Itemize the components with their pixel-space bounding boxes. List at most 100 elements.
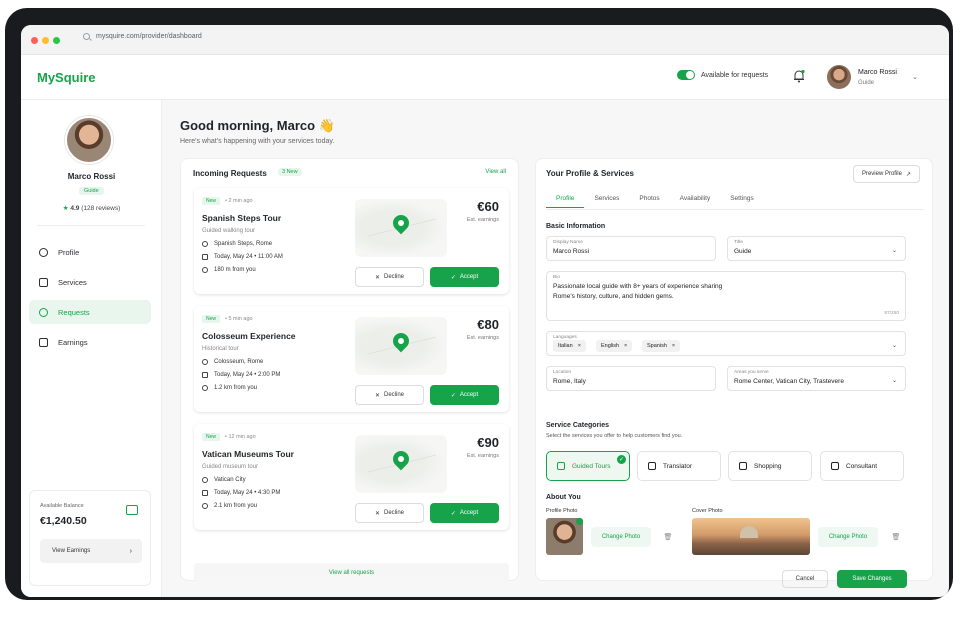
dome-shape (740, 526, 758, 538)
sidebar-item-label: Services (58, 277, 87, 287)
sidebar-item-services[interactable]: Services (29, 270, 151, 294)
map-pin-icon (389, 447, 413, 471)
logo[interactable]: MySquire (37, 70, 96, 85)
decline-button[interactable]: ✕ Decline (355, 267, 424, 287)
categories-heading: Service Categories (546, 422, 610, 429)
maximize-dot-icon[interactable] (53, 37, 60, 44)
request-card[interactable]: New • 12 min ago Vatican Museums Tour Gu… (194, 424, 509, 530)
close-icon: ✕ (374, 392, 380, 399)
trash-icon[interactable]: 🗑 (660, 529, 676, 545)
tab-settings[interactable]: Settings (720, 190, 764, 208)
accept-label: Accept (459, 274, 479, 280)
languages-field[interactable]: Languages Italian × English × Spanish × ⌄ (546, 331, 906, 356)
map-thumbnail (355, 435, 447, 493)
category-label: Shopping (754, 462, 782, 470)
bell-icon[interactable] (793, 69, 805, 83)
accept-button[interactable]: ✓ Accept (430, 503, 499, 523)
check-icon: ✓ (450, 510, 456, 517)
field-value: Guide (734, 248, 752, 255)
availability-toggle[interactable]: Available for requests (677, 70, 768, 80)
tab-availability[interactable]: Availability (670, 190, 721, 208)
star-icon: ★ (62, 205, 69, 212)
external-link-icon: ↗ (905, 171, 911, 178)
location-field[interactable]: Location Rome, Italy (546, 366, 716, 391)
language-chip[interactable]: Spanish × (642, 340, 681, 352)
screen: mysquire.com/provider/dashboard MySquire… (21, 25, 949, 597)
accept-button[interactable]: ✓ Accept (430, 267, 499, 287)
cover-photo-label: Cover Photo (692, 508, 723, 514)
close-dot-icon[interactable] (31, 37, 38, 44)
request-time: • 2 min ago (225, 198, 253, 204)
decline-button[interactable]: ✕ Decline (355, 503, 424, 523)
preview-profile-button[interactable]: Preview Profile ↗ (852, 165, 920, 183)
request-card[interactable]: New • 2 min ago Spanish Steps Tour Guide… (194, 188, 509, 294)
tab-services[interactable]: Services (584, 190, 629, 208)
areas-select[interactable]: Areas you serve Rome Center, Vatican Cit… (727, 366, 906, 391)
bio-line: Passionate local guide with 8+ years of … (553, 283, 723, 290)
tab-photos[interactable]: Photos (629, 190, 669, 208)
sidebar-item-profile[interactable]: Profile (29, 240, 151, 264)
chevron-down-icon[interactable]: ⌄ (912, 73, 918, 81)
view-all-link[interactable]: View all (485, 169, 506, 175)
calendar-icon (202, 254, 208, 260)
title-select[interactable]: Title Guide ⌄ (727, 236, 906, 261)
chat-icon (39, 307, 48, 317)
new-tag: New (202, 433, 221, 441)
view-earnings-button[interactable]: View Earnings › (40, 539, 142, 563)
language-chip[interactable]: English × (596, 340, 633, 352)
distance-text: 2.1 km from you (214, 503, 258, 509)
change-cover-photo-button[interactable]: Change Photo (818, 527, 878, 547)
close-icon[interactable]: × (578, 343, 581, 349)
profile-services-panel: Your Profile & Services Preview Profile … (535, 158, 933, 588)
minimize-dot-icon[interactable] (42, 37, 49, 44)
field-value: Rome Center, Vatican City, Trastevere (734, 378, 844, 385)
panel-title: Incoming Requests (193, 169, 267, 178)
request-distance: 2.1 km from you (202, 503, 257, 509)
char-count: 87/250 (884, 311, 899, 316)
bio-textarea[interactable]: Bio Passionate local guide with 8+ years… (546, 271, 906, 321)
save-changes-button[interactable]: Save Changes (837, 570, 907, 588)
divider (37, 225, 145, 226)
request-time: • 5 min ago (225, 316, 253, 322)
view-all-requests-button[interactable]: View all requests (194, 563, 509, 583)
avatar[interactable] (827, 65, 851, 89)
close-icon[interactable]: × (624, 343, 627, 349)
decline-button[interactable]: ✕ Decline (355, 385, 424, 405)
language-chip[interactable]: Italian × (553, 340, 586, 352)
place-text: Vatican City (214, 477, 246, 483)
category-shopping[interactable]: Shopping (728, 451, 812, 481)
display-name-field[interactable]: Display Name Marco Rossi (546, 236, 716, 261)
chip-label: English (601, 343, 620, 349)
close-icon[interactable]: × (672, 343, 675, 349)
category-consultant[interactable]: Consultant (820, 451, 904, 481)
page-subtitle: Here's what's happening with your servic… (180, 138, 335, 145)
category-label: Guided Tours (572, 462, 611, 470)
change-profile-photo-button[interactable]: Change Photo (591, 527, 651, 547)
toggle-switch[interactable] (677, 70, 695, 80)
sidebar-item-requests[interactable]: Requests (29, 300, 151, 324)
role-badge: Guide (79, 187, 104, 195)
request-card[interactable]: New • 5 min ago Colosseum Experience His… (194, 306, 509, 412)
address-bar[interactable]: mysquire.com/provider/dashboard (83, 33, 202, 40)
chevron-right-icon: › (129, 547, 132, 555)
review-count: (128 reviews) (81, 205, 121, 212)
tab-profile[interactable]: Profile (546, 190, 585, 208)
request-distance: 1.2 km from you (202, 385, 257, 391)
balance-label: Available Balance (40, 503, 84, 509)
accept-button[interactable]: ✓ Accept (430, 385, 499, 405)
distance-text: 180 m from you (214, 267, 256, 273)
category-guided-tours[interactable]: Guided Tours ✓ (546, 451, 630, 481)
new-count-badge: 3 New (278, 168, 302, 176)
map-pin-icon (202, 477, 208, 483)
sidebar-item-earnings[interactable]: Earnings (29, 330, 151, 354)
cancel-button[interactable]: Cancel (782, 570, 828, 588)
walking-icon (202, 385, 208, 391)
sidebar-item-label: Profile (58, 247, 80, 257)
field-label: Title (734, 240, 743, 245)
trash-icon[interactable]: 🗑 (888, 529, 904, 545)
map-thumbnail (355, 317, 447, 375)
availability-label: Available for requests (701, 71, 769, 79)
when-text: Today, May 24 • 4:30 PM (214, 490, 281, 496)
category-translator[interactable]: Translator (637, 451, 721, 481)
request-when: Today, May 24 • 11:00 AM (202, 254, 283, 260)
